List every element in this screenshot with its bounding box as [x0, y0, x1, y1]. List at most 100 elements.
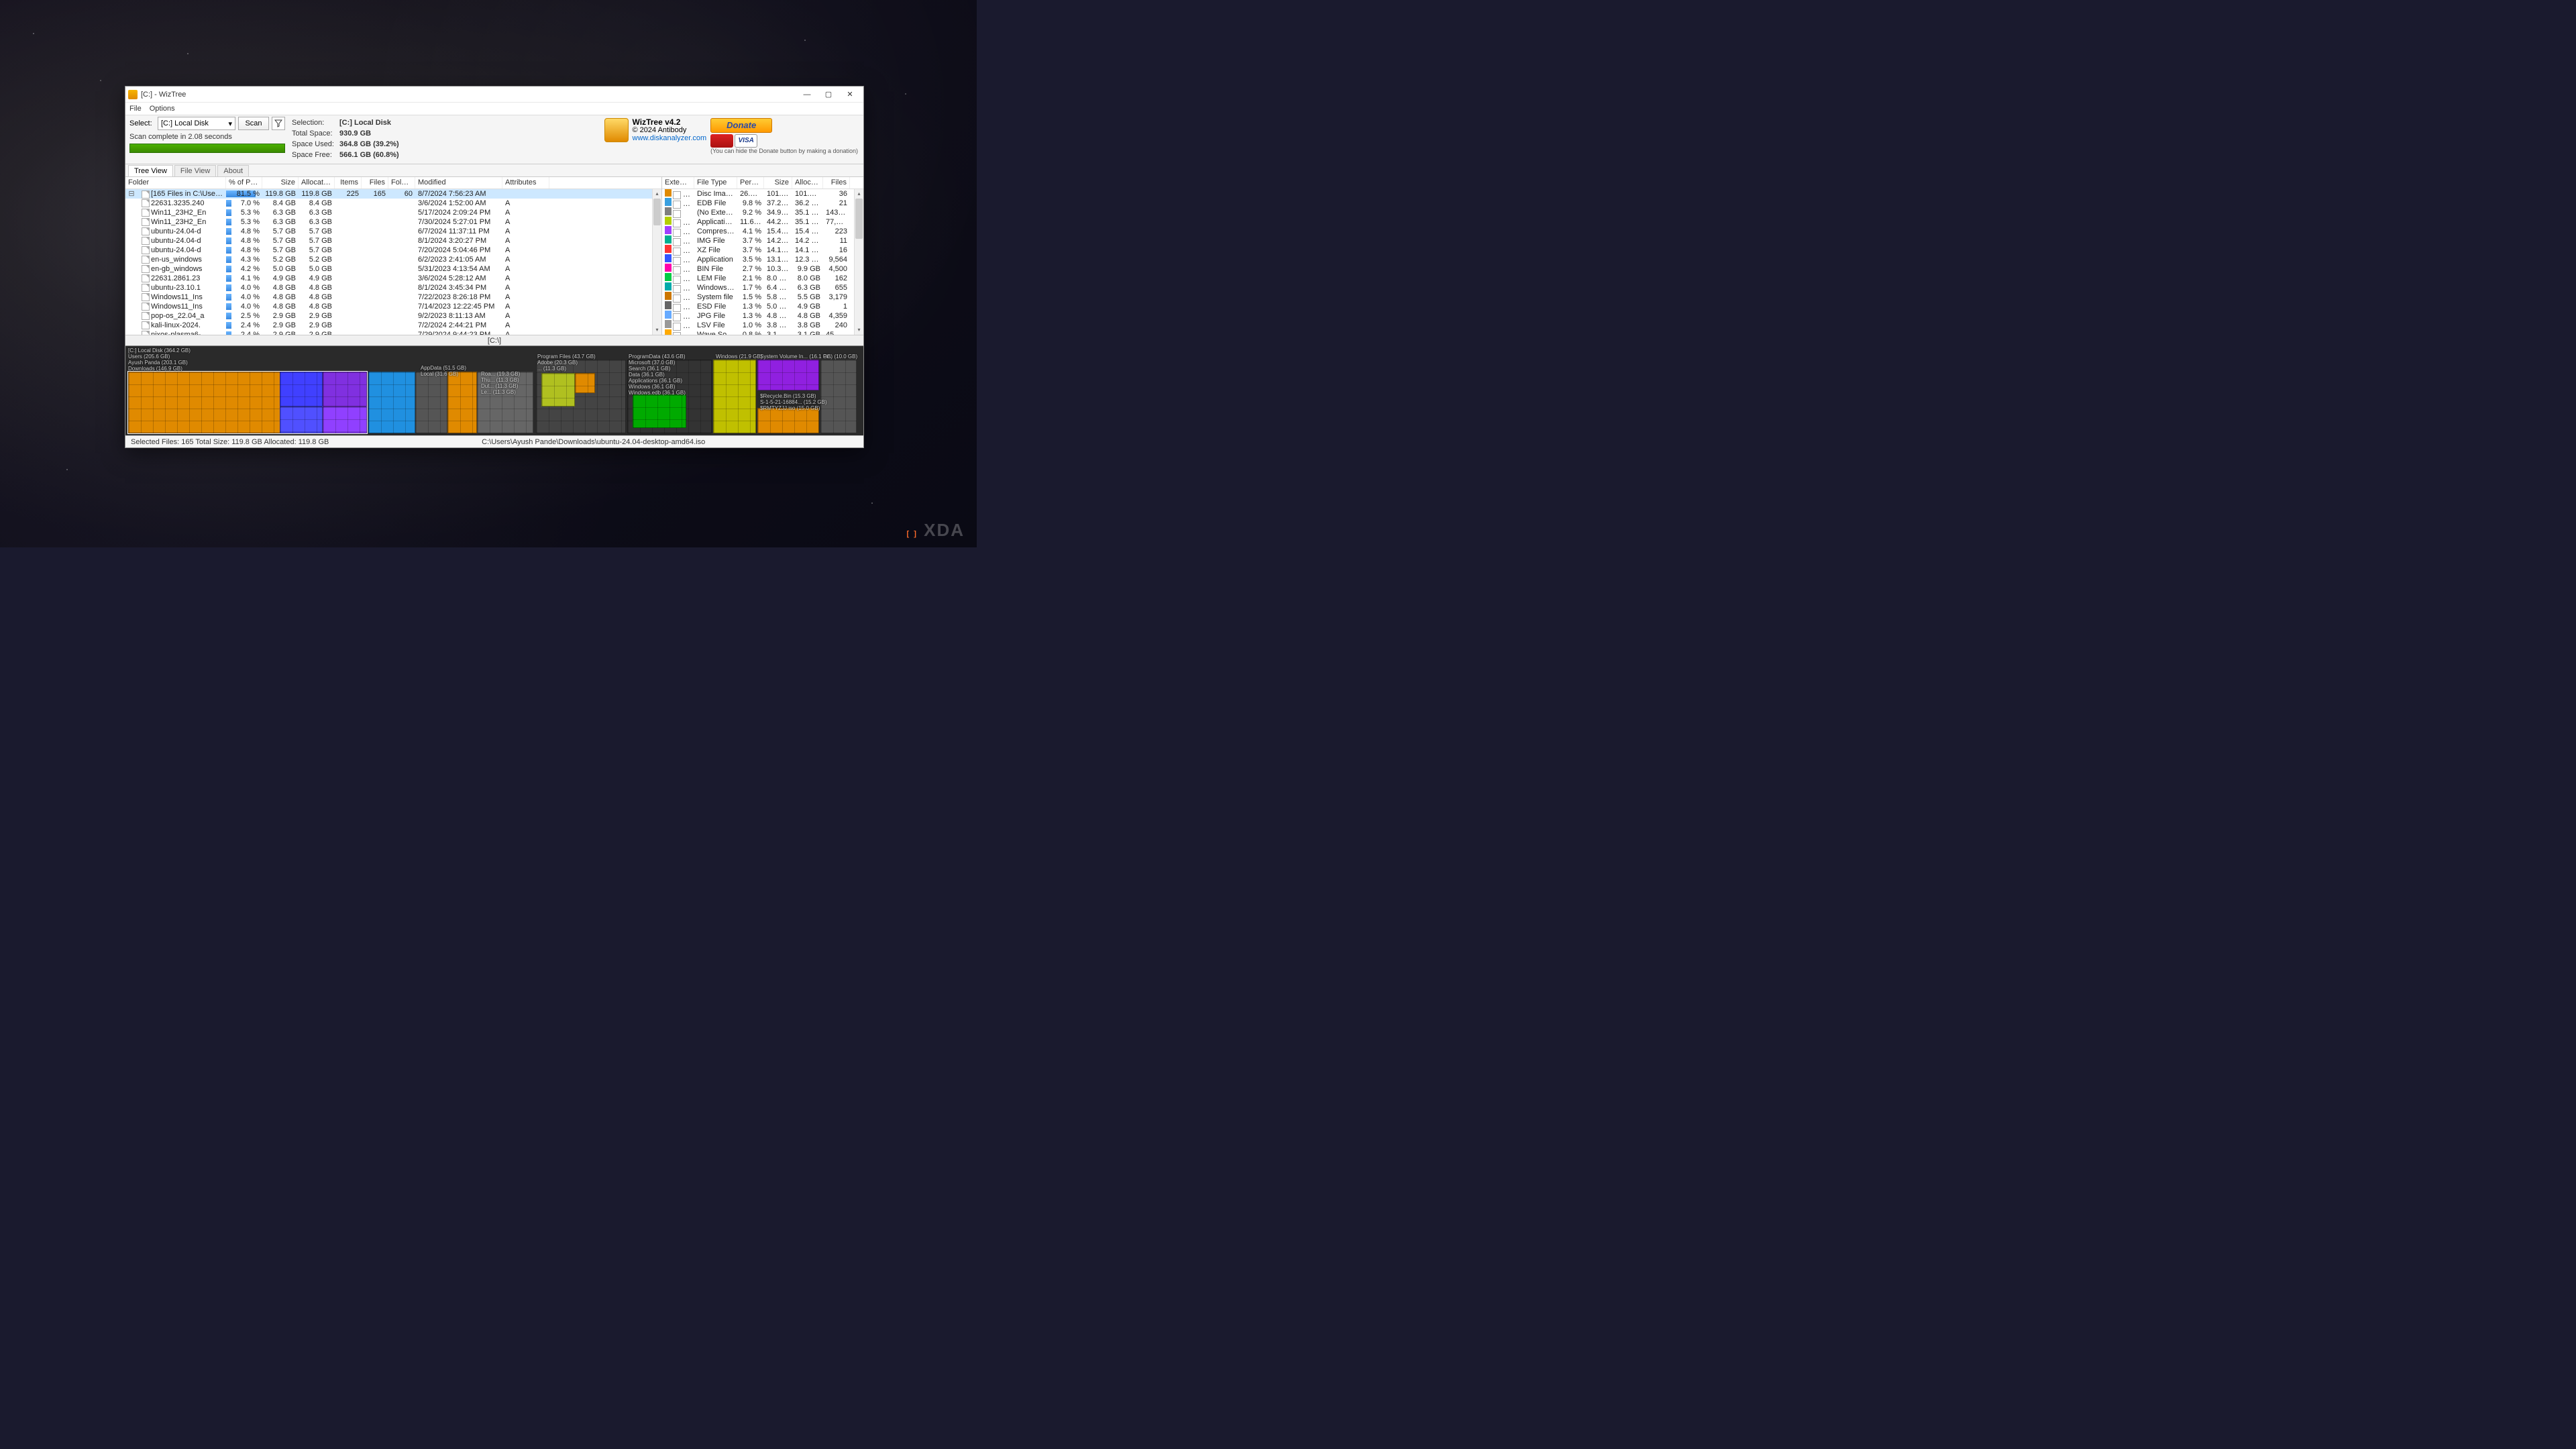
- column-header[interactable]: Percent: [737, 177, 764, 189]
- treemap-block[interactable]: [415, 372, 447, 433]
- table-row[interactable]: (No Extension)9.2 %34.9 GB35.1 GB143,182: [662, 208, 863, 217]
- filter-button[interactable]: [272, 117, 285, 130]
- column-header[interactable]: Attributes: [502, 177, 549, 189]
- chevron-down-icon: ▾: [228, 119, 232, 128]
- status-path: C:\Users\Ayush Pande\Downloads\ubuntu-24…: [329, 438, 858, 446]
- brand-link[interactable]: www.diskanalyzer.com: [633, 134, 707, 142]
- extension-grid[interactable]: ExtensionFile TypePercentSizeAllocat... …: [662, 177, 863, 335]
- table-row[interactable]: .jpgJPG File1.3 %4.8 GB4.8 GB4,359: [662, 311, 863, 321]
- scan-button[interactable]: Scan: [238, 117, 269, 130]
- tab-about[interactable]: About: [217, 165, 249, 176]
- table-row[interactable]: Windows11_Ins4.0 %4.8 GB4.8 GB7/14/2023 …: [125, 302, 661, 311]
- table-row[interactable]: .zipCompressed (zip4.1 %15.4 GB15.4 GB22…: [662, 227, 863, 236]
- treemap-block[interactable]: [757, 408, 819, 433]
- minimize-button[interactable]: —: [796, 87, 818, 102]
- menubar: File Options: [125, 103, 863, 115]
- table-row[interactable]: nixos-plasma6-2.4 %2.9 GB2.9 GB7/29/2024…: [125, 330, 661, 335]
- treemap-label: $RMTYZJJ.iso (15.0 GB): [760, 405, 820, 411]
- table-row[interactable]: ubuntu-24.04-d4.8 %5.7 GB5.7 GB8/1/2024 …: [125, 236, 661, 246]
- tab-file-view[interactable]: File View: [174, 165, 216, 176]
- table-row[interactable]: Windows11_Ins4.0 %4.8 GB4.8 GB7/22/2023 …: [125, 292, 661, 302]
- app-icon: [128, 90, 138, 99]
- treemap-label: S-1-5-21-16884... (15.2 GB): [760, 399, 827, 405]
- column-header[interactable]: Size: [764, 177, 792, 189]
- table-row[interactable]: .imgIMG File3.7 %14.2 GB14.2 GB11: [662, 236, 863, 246]
- donate-hint: (You can hide the Donate button by makin…: [710, 148, 858, 154]
- treemap-block[interactable]: [633, 394, 686, 428]
- treemap[interactable]: [C:] Local Disk (364.2 GB)Users (205.6 G…: [125, 345, 863, 435]
- table-row[interactable]: .lsvLSV File1.0 %3.8 GB3.8 GB240: [662, 321, 863, 330]
- treemap-block[interactable]: [368, 372, 415, 433]
- scrollbar[interactable]: ▴▾: [854, 189, 863, 335]
- table-row[interactable]: pop-os_22.04_a2.5 %2.9 GB2.9 GB9/2/2023 …: [125, 311, 661, 321]
- column-header[interactable]: Items: [335, 177, 362, 189]
- treemap-block[interactable]: [323, 407, 367, 433]
- treemap-label: Program Files (43.7 GB): [537, 354, 596, 360]
- table-row[interactable]: .lemLEM File2.1 %8.0 GB8.0 GB162: [662, 274, 863, 283]
- table-row[interactable]: 22631.2861.234.1 %4.9 GB4.9 GB3/6/2024 5…: [125, 274, 661, 283]
- table-row[interactable]: ubuntu-23.10.14.0 %4.8 GB4.8 GB8/1/2024 …: [125, 283, 661, 292]
- table-row[interactable]: .binBIN File2.7 %10.3 GB9.9 GB4,500: [662, 264, 863, 274]
- table-row[interactable]: .xzXZ File3.7 %14.1 GB14.1 GB16: [662, 246, 863, 255]
- column-header[interactable]: Files: [362, 177, 388, 189]
- tab-tree-view[interactable]: Tree View: [128, 165, 173, 176]
- table-row[interactable]: 22631.3235.2407.0 %8.4 GB8.4 GB3/6/2024 …: [125, 199, 661, 208]
- window-title: [C:] - WizTree: [141, 91, 796, 99]
- treemap-label: Roa... (19.3 GB): [481, 371, 520, 377]
- status-left: Selected Files: 165 Total Size: 119.8 GB…: [131, 438, 329, 446]
- table-row[interactable]: .exeApplication3.5 %13.1 GB12.3 GB9,564: [662, 255, 863, 264]
- table-row[interactable]: .sysSystem file1.5 %5.8 GB5.5 GB3,179: [662, 292, 863, 302]
- maximize-button[interactable]: ▢: [818, 87, 839, 102]
- column-header[interactable]: Size: [262, 177, 299, 189]
- column-header[interactable]: Files: [823, 177, 850, 189]
- table-row[interactable]: .dllApplication exte11.6 %44.2 GB35.1 GB…: [662, 217, 863, 227]
- table-row[interactable]: ⊟[165 Files in C:\Users\A81.5 %119.8 GB1…: [125, 189, 661, 199]
- column-header[interactable]: Extension: [662, 177, 694, 189]
- treemap-block[interactable]: [323, 372, 367, 407]
- table-row[interactable]: .esdESD File1.3 %5.0 GB4.9 GB1: [662, 302, 863, 311]
- treemap-block[interactable]: [575, 373, 595, 393]
- table-row[interactable]: ubuntu-24.04-d4.8 %5.7 GB5.7 GB6/7/2024 …: [125, 227, 661, 236]
- menu-options[interactable]: Options: [150, 105, 175, 113]
- column-header[interactable]: Folder: [125, 177, 226, 189]
- file-tree-grid[interactable]: Folder% of ParentSizeAllocated ▼ItemsFil…: [125, 177, 662, 335]
- column-header[interactable]: Allocat... ▼: [792, 177, 823, 189]
- treemap-block[interactable]: [757, 360, 819, 390]
- treemap-label: Data (36.1 GB): [629, 372, 665, 378]
- treemap-block[interactable]: [713, 360, 756, 433]
- table-row[interactable]: .wavWave Sound0.8 %3.1 GB3.1 GB45,332: [662, 330, 863, 335]
- donate-button[interactable]: Donate: [710, 118, 772, 133]
- column-header[interactable]: File Type: [694, 177, 737, 189]
- column-header[interactable]: Modified: [415, 177, 502, 189]
- table-row[interactable]: .msiWindows Installe1.7 %6.4 GB6.3 GB655: [662, 283, 863, 292]
- treemap-label: Thu... (11.3 GB): [481, 377, 519, 383]
- treemap-block[interactable]: [447, 372, 477, 433]
- treemap-block[interactable]: [280, 407, 323, 433]
- treemap-label: AppData (51.5 GB): [421, 365, 466, 371]
- table-row[interactable]: en-gb_windows4.2 %5.0 GB5.0 GB5/31/2023 …: [125, 264, 661, 274]
- treemap-block[interactable]: [820, 360, 857, 433]
- table-row[interactable]: .isoDisc Image File26.6 %101.1 GB101.1 G…: [662, 189, 863, 199]
- titlebar[interactable]: [C:] - WizTree — ▢ ✕: [125, 87, 863, 103]
- scrollbar[interactable]: ▴▾: [652, 189, 661, 335]
- table-row[interactable]: ubuntu-24.04-d4.8 %5.7 GB5.7 GB7/20/2024…: [125, 246, 661, 255]
- treemap-label: $Recycle.Bin (15.3 GB): [760, 393, 816, 399]
- column-header[interactable]: Allocated ▼: [299, 177, 335, 189]
- table-row[interactable]: Win11_23H2_En5.3 %6.3 GB6.3 GB7/30/2024 …: [125, 217, 661, 227]
- column-header[interactable]: Folders: [388, 177, 415, 189]
- treemap-block[interactable]: [280, 372, 323, 407]
- brand-box: WizTree v4.2 © 2024 Antibody www.diskana…: [603, 117, 859, 161]
- close-button[interactable]: ✕: [839, 87, 861, 102]
- table-row[interactable]: Win11_23H2_En5.3 %6.3 GB6.3 GB5/17/2024 …: [125, 208, 661, 217]
- treemap-block[interactable]: [541, 373, 575, 407]
- treemap-label: Users (205.6 GB): [128, 354, 170, 360]
- treemap-label: Microsoft (37.0 GB): [629, 360, 675, 366]
- table-row[interactable]: .edbEDB File9.8 %37.2 GB36.2 GB21: [662, 199, 863, 208]
- menu-file[interactable]: File: [129, 105, 142, 113]
- treemap-label: Adobe (20.3 GB): [537, 360, 578, 366]
- treemap-label: Pr... (10.0 GB): [823, 354, 857, 360]
- table-row[interactable]: en-us_windows4.3 %5.2 GB5.2 GB6/2/2023 2…: [125, 255, 661, 264]
- column-header[interactable]: % of Parent: [226, 177, 262, 189]
- table-row[interactable]: kali-linux-2024.2.4 %2.9 GB2.9 GB7/2/202…: [125, 321, 661, 330]
- drive-select[interactable]: [C:] Local Disk▾: [158, 117, 235, 130]
